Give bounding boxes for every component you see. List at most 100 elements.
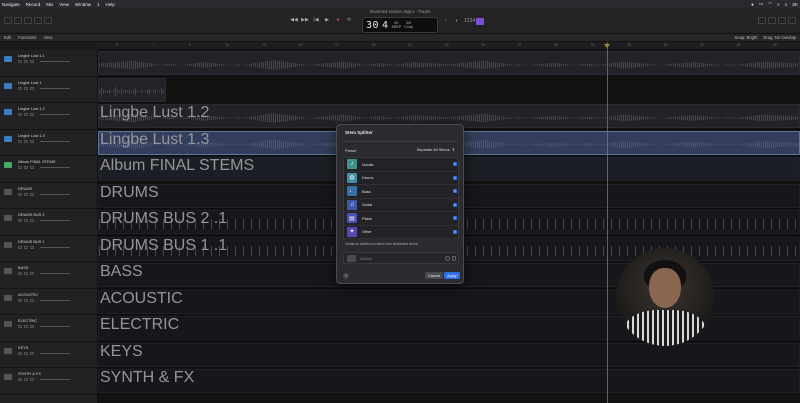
cancel-button[interactable]: Cancel xyxy=(425,272,444,279)
mute-button[interactable] xyxy=(18,139,22,143)
track-name[interactable]: Lingbe Lust 1.3 xyxy=(18,133,45,138)
record-enable-button[interactable] xyxy=(30,192,34,196)
mute-button[interactable] xyxy=(18,378,22,381)
record-enable-button[interactable] xyxy=(30,86,34,90)
solo-button[interactable] xyxy=(24,113,28,116)
volume-fader[interactable] xyxy=(40,246,70,248)
solo-button[interactable] xyxy=(24,86,28,90)
menu-mix[interactable]: Mix xyxy=(46,2,53,7)
track-name[interactable]: Lingbe Lust 1.1 xyxy=(18,53,45,58)
track-header[interactable]: Lingbe Lust 1.3 xyxy=(0,130,98,156)
volume-fader[interactable] xyxy=(40,87,70,89)
browser-icon[interactable] xyxy=(788,17,796,24)
volume-fader[interactable] xyxy=(40,61,70,62)
snap-menu[interactable]: Snap: Bright xyxy=(734,35,757,40)
volume-fader[interactable] xyxy=(40,326,70,327)
search-icon[interactable]: ⌕ xyxy=(777,2,780,7)
user-initials[interactable]: ZK xyxy=(792,2,798,7)
functions-menu[interactable]: Functions xyxy=(18,35,36,40)
smart-controls-icon[interactable] xyxy=(24,17,32,24)
mute-button[interactable] xyxy=(18,86,22,90)
menu-window[interactable]: Window xyxy=(75,2,91,7)
stem-row-bass[interactable]: ♩ Bass ✓ xyxy=(344,185,460,199)
mute-button[interactable] xyxy=(18,192,22,196)
stem-row-guitar[interactable]: ♫ Guitar ✓ xyxy=(344,199,460,212)
view-menu[interactable]: View xyxy=(43,35,52,40)
track-header[interactable]: SYNTH & FX xyxy=(0,368,98,395)
stem-row-piano[interactable]: ▤ Piano ✓ xyxy=(344,212,460,226)
volume-fader[interactable] xyxy=(40,193,70,195)
editors-icon[interactable] xyxy=(44,17,52,24)
solo-icon[interactable]: ◐ xyxy=(453,18,461,25)
stem-checkbox[interactable]: ✓ xyxy=(453,202,457,207)
mute-button[interactable] xyxy=(18,351,22,355)
track-name[interactable]: DRUMS BUS 2 xyxy=(18,212,45,217)
track-header[interactable]: Lingbe Lust 1.2 xyxy=(0,103,98,130)
record-enable-button[interactable] xyxy=(30,113,34,116)
submix-row[interactable]: Submix xyxy=(343,252,459,264)
record-enable-button[interactable] xyxy=(30,245,34,249)
battery-icon[interactable]: ▭ xyxy=(759,1,763,7)
volume-fader[interactable] xyxy=(40,379,70,380)
stem-checkbox[interactable]: ✓ xyxy=(453,189,457,194)
rewind-icon[interactable]: ◀◀ xyxy=(290,17,298,24)
mute-button[interactable] xyxy=(18,272,22,275)
record-enable-button[interactable] xyxy=(30,325,34,328)
menu-view[interactable]: View xyxy=(59,2,69,7)
volume-fader[interactable] xyxy=(40,114,70,115)
record-icon[interactable]: ● xyxy=(751,2,754,7)
record-enable-button[interactable] xyxy=(30,166,34,169)
inspector-icon[interactable] xyxy=(14,17,22,24)
mute-button[interactable] xyxy=(18,325,22,328)
stem-row-vocals[interactable]: ♪ Vocals ✓ xyxy=(344,158,460,172)
mute-button[interactable] xyxy=(18,219,22,222)
record-enable-button[interactable] xyxy=(30,351,34,355)
record-enable-button[interactable] xyxy=(30,139,34,143)
track-name[interactable]: DRUMS xyxy=(18,186,32,191)
preset-select[interactable]: Separate All Stems ⇕ xyxy=(417,147,455,152)
volume-fader[interactable] xyxy=(40,167,70,168)
track-header[interactable]: ELECTRIC xyxy=(0,315,98,342)
menu-help[interactable]: Help xyxy=(106,2,115,7)
volume-fader[interactable] xyxy=(40,220,70,221)
go-to-start-icon[interactable]: |◀ xyxy=(312,17,320,24)
record-button-icon[interactable]: ● xyxy=(334,17,342,24)
solo-button[interactable] xyxy=(24,298,28,302)
master-volume-icon[interactable] xyxy=(476,18,484,25)
track-name[interactable]: Lingbe Lust 1.2 xyxy=(18,106,45,111)
track-header[interactable]: Lingbe Lust 1.1 xyxy=(0,50,98,77)
track-name[interactable]: Lingbe Lust 1 xyxy=(18,80,41,85)
solo-button[interactable] xyxy=(24,60,28,63)
solo-button[interactable] xyxy=(24,325,28,328)
solo-button[interactable] xyxy=(24,219,28,222)
track-header[interactable]: DRUMS BUS 2 xyxy=(0,209,98,236)
mute-button[interactable] xyxy=(18,245,22,249)
track-header[interactable]: KEYS xyxy=(0,342,98,368)
notepad-icon[interactable] xyxy=(768,17,776,24)
track-header[interactable]: Album FINAL STEMS xyxy=(0,156,98,183)
volume-fader[interactable] xyxy=(40,273,70,274)
menu-navigate[interactable]: Navigate xyxy=(2,2,20,7)
forward-icon[interactable]: ▶▶ xyxy=(301,17,309,24)
track-name[interactable]: SYNTH & FX xyxy=(18,371,41,376)
wifi-icon[interactable]: ◠ xyxy=(768,1,772,7)
track-name[interactable]: Album FINAL STEMS xyxy=(18,159,55,164)
apply-button[interactable]: Apply xyxy=(444,272,460,279)
stem-checkbox[interactable]: ✓ xyxy=(453,162,457,167)
record-enable-button[interactable] xyxy=(30,60,34,63)
solo-button[interactable] xyxy=(24,351,28,355)
volume-fader[interactable] xyxy=(40,140,70,142)
stem-checkbox[interactable]: ✓ xyxy=(453,175,457,180)
record-enable-button[interactable] xyxy=(30,219,34,222)
solo-button[interactable] xyxy=(24,272,28,275)
help-button[interactable]: ? xyxy=(343,273,349,279)
solo-button[interactable] xyxy=(24,166,28,169)
track-header[interactable]: ACOUSTIC xyxy=(0,289,98,315)
record-enable-button[interactable] xyxy=(30,272,34,275)
track-header[interactable]: DRUMS BUS 1 xyxy=(0,236,98,262)
stem-row-other[interactable]: ✦ Other ✓ xyxy=(344,226,460,239)
cycle-icon[interactable]: ⟲ xyxy=(345,17,353,24)
record-enable-button[interactable] xyxy=(30,298,34,302)
record-enable-button[interactable] xyxy=(30,378,34,381)
loop-browser-icon[interactable] xyxy=(778,17,786,24)
